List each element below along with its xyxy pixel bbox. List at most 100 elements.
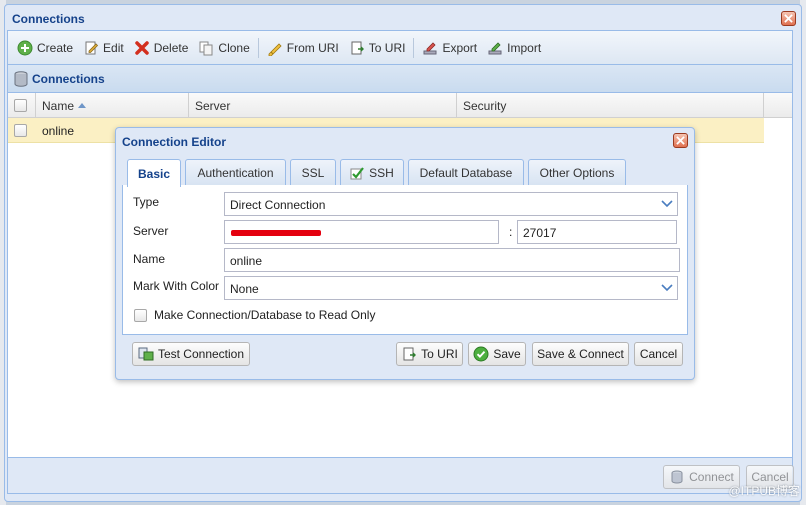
dialog-close-button[interactable] bbox=[673, 133, 688, 148]
tab-other-options[interactable]: Other Options bbox=[528, 159, 626, 186]
color-label: Mark With Color bbox=[133, 279, 220, 293]
save-and-connect-button[interactable]: Save & Connect bbox=[532, 342, 629, 366]
readonly-option[interactable]: Make Connection/Database to Read Only bbox=[134, 308, 375, 322]
column-security-label: Security bbox=[463, 99, 507, 113]
name-label: Name bbox=[133, 252, 166, 266]
edit-icon bbox=[83, 40, 99, 56]
database-icon bbox=[14, 70, 28, 87]
port-separator: : bbox=[509, 225, 513, 239]
import-icon bbox=[487, 40, 503, 56]
readonly-checkbox[interactable] bbox=[134, 308, 147, 322]
toolbar-separator bbox=[413, 37, 415, 58]
column-header-name[interactable]: Name bbox=[36, 93, 189, 117]
edit-label: Edit bbox=[103, 40, 124, 55]
tab-default-database[interactable]: Default Database bbox=[408, 159, 524, 186]
type-label: Type bbox=[133, 195, 160, 209]
chevron-down-icon bbox=[661, 200, 673, 208]
row-checkbox[interactable] bbox=[14, 124, 27, 137]
export-icon bbox=[422, 40, 438, 56]
column-header-security[interactable]: Security bbox=[457, 93, 764, 117]
watermark: @ITPUB博客 bbox=[728, 484, 800, 498]
export-button[interactable]: Export bbox=[422, 40, 477, 56]
grid-header: Name Server Security bbox=[8, 93, 792, 118]
dialog-to-uri-button[interactable]: To URI bbox=[396, 342, 463, 366]
to-uri-label: To URI bbox=[368, 40, 406, 55]
name-value: online bbox=[230, 254, 263, 268]
test-connection-label: Test Connection bbox=[157, 347, 245, 361]
sort-ascending-icon bbox=[78, 103, 87, 108]
tab-authentication[interactable]: Authentication bbox=[185, 159, 286, 186]
dialog-button-bar: Test Connection To URI Save Save & Conne… bbox=[122, 336, 688, 374]
clone-icon bbox=[198, 40, 214, 56]
from-uri-label: From URI bbox=[286, 40, 339, 55]
to-uri-icon bbox=[401, 346, 417, 362]
clone-label: Clone bbox=[218, 40, 250, 55]
panel-title: Connections bbox=[32, 71, 105, 86]
footer-bar: Connect Cancel bbox=[7, 458, 794, 494]
dialog-cancel-label: Cancel bbox=[639, 347, 678, 361]
delete-icon bbox=[134, 40, 150, 56]
row-checkbox-cell bbox=[8, 118, 36, 142]
save-check-icon bbox=[473, 346, 489, 362]
tab-ssh[interactable]: SSH bbox=[340, 159, 404, 186]
close-icon bbox=[676, 136, 685, 145]
test-connection-icon bbox=[138, 346, 154, 362]
tab-basic-label: Basic bbox=[137, 166, 171, 181]
checkmark-icon bbox=[350, 166, 365, 180]
tab-other-options-label: Other Options bbox=[539, 166, 615, 180]
panel-header: Connections bbox=[8, 65, 792, 93]
type-combo[interactable]: Direct Connection bbox=[224, 192, 678, 216]
tab-ssh-label: SSH bbox=[369, 166, 394, 180]
to-uri-button[interactable]: To URI bbox=[349, 40, 406, 56]
readonly-label: Make Connection/Database to Read Only bbox=[154, 308, 376, 322]
type-value: Direct Connection bbox=[230, 198, 326, 212]
color-combo[interactable]: None bbox=[224, 276, 678, 300]
toolbar: Create Edit Delete Clone From URI To URI… bbox=[7, 30, 793, 64]
tab-authentication-label: Authentication bbox=[197, 166, 274, 180]
to-uri-icon bbox=[349, 40, 365, 56]
redacted-host-mark bbox=[231, 230, 321, 236]
tab-ssl[interactable]: SSL bbox=[290, 159, 336, 186]
create-button[interactable]: Create bbox=[17, 40, 73, 56]
port-value: 27017 bbox=[523, 226, 557, 240]
test-connection-button[interactable]: Test Connection bbox=[132, 342, 250, 366]
tab-basic[interactable]: Basic bbox=[127, 159, 181, 187]
select-all-checkbox[interactable] bbox=[14, 99, 27, 112]
export-label: Export bbox=[442, 40, 478, 55]
connection-editor-dialog: Connection Editor Basic Authentication S… bbox=[115, 127, 695, 380]
select-all-cell bbox=[8, 93, 36, 117]
dialog-cancel-button[interactable]: Cancel bbox=[634, 342, 683, 366]
dialog-title: Connection Editor bbox=[122, 135, 226, 149]
save-button[interactable]: Save bbox=[468, 342, 526, 366]
import-label: Import bbox=[507, 40, 542, 55]
from-uri-icon bbox=[267, 40, 283, 56]
add-icon bbox=[17, 40, 33, 56]
import-button[interactable]: Import bbox=[487, 40, 541, 56]
clone-button[interactable]: Clone bbox=[198, 40, 250, 56]
tab-default-database-label: Default Database bbox=[419, 166, 513, 180]
dialog-to-uri-label: To URI bbox=[421, 347, 458, 361]
server-label: Server bbox=[133, 224, 169, 238]
color-value: None bbox=[230, 282, 259, 296]
delete-button[interactable]: Delete bbox=[134, 40, 189, 56]
delete-label: Delete bbox=[153, 40, 189, 55]
port-input[interactable]: 27017 bbox=[517, 220, 677, 244]
from-uri-button[interactable]: From URI bbox=[267, 40, 339, 56]
connect-label: Connect bbox=[689, 470, 734, 484]
column-header-server[interactable]: Server bbox=[189, 93, 457, 117]
save-label: Save bbox=[493, 347, 521, 361]
window-close-button[interactable] bbox=[781, 11, 796, 26]
window-title: Connections bbox=[12, 12, 85, 26]
close-icon bbox=[784, 14, 793, 23]
create-label: Create bbox=[37, 40, 74, 55]
save-and-connect-label: Save & Connect bbox=[537, 347, 624, 361]
edit-button[interactable]: Edit bbox=[83, 40, 124, 56]
tab-ssl-label: SSL bbox=[301, 166, 325, 180]
chevron-down-icon bbox=[661, 284, 673, 292]
name-input[interactable]: online bbox=[224, 248, 680, 272]
server-input[interactable] bbox=[224, 220, 499, 244]
tab-strip: Basic Authentication SSL SSH Default Dat… bbox=[122, 157, 688, 187]
connect-icon bbox=[669, 469, 685, 485]
column-server-label: Server bbox=[195, 99, 231, 113]
column-name-label: Name bbox=[42, 99, 75, 113]
